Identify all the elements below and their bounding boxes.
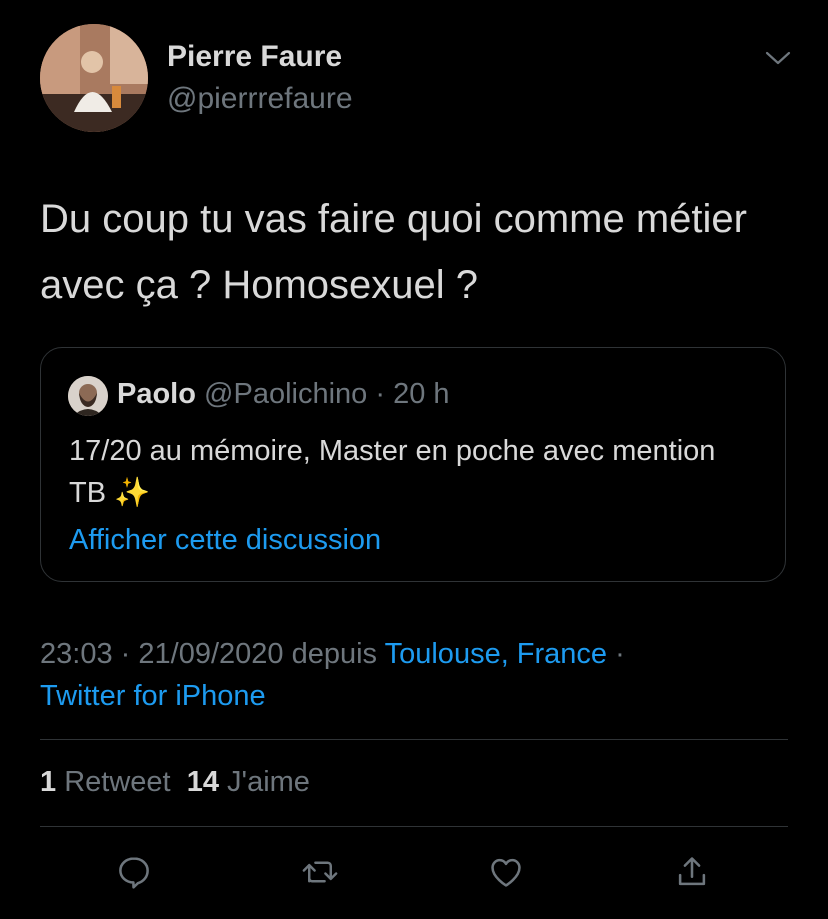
quoted-header: Paolo @Paolichino · 20 h	[117, 378, 450, 411]
quoted-separator: ·	[375, 378, 386, 410]
quoted-tweet[interactable]: Paolo @Paolichino · 20 h 17/20 au mémoir…	[40, 347, 786, 582]
tweet-meta: 23:03 · 21/09/2020 depuis Toulouse, Fran…	[40, 633, 800, 717]
likes-label: J'aime	[227, 766, 310, 798]
quoted-text-body: 17/20 au mémoire, Master en poche avec m…	[69, 435, 716, 509]
client-link[interactable]: Twitter for iPhone	[40, 680, 266, 712]
author-name[interactable]: Pierre Faure	[167, 40, 342, 74]
quoted-name: Paolo	[117, 378, 196, 410]
author-handle[interactable]: @pierrrefaure	[167, 82, 353, 116]
reply-icon[interactable]	[114, 852, 154, 892]
retweet-icon[interactable]	[300, 852, 340, 892]
location-link[interactable]: Toulouse, France	[385, 638, 607, 670]
meta-from: depuis	[291, 638, 378, 670]
quoted-handle: @Paolichino	[204, 378, 368, 410]
retweets-count: 1	[40, 766, 57, 798]
show-thread-link[interactable]: Afficher cette discussion	[69, 524, 381, 557]
quoted-avatar	[68, 376, 108, 416]
meta-separator: ·	[120, 638, 131, 670]
author-avatar[interactable]	[40, 24, 148, 132]
quoted-text: 17/20 au mémoire, Master en poche avec m…	[69, 430, 729, 514]
chevron-down-icon[interactable]	[764, 48, 792, 68]
tweet-time: 23:03	[40, 638, 113, 670]
share-icon[interactable]	[672, 852, 712, 892]
quoted-time: 20 h	[393, 378, 450, 410]
sparkles-emoji: ✨	[114, 477, 151, 509]
retweets-label: Retweet	[64, 766, 171, 798]
divider	[40, 826, 788, 827]
tweet-text: Du coup tu vas faire quoi comme métier a…	[40, 197, 747, 307]
retweets-stat[interactable]: 1 Retweet	[40, 766, 171, 798]
tweet-stats: 1 Retweet 14 J'aime	[40, 766, 310, 799]
likes-count: 14	[186, 766, 219, 798]
divider	[40, 739, 788, 740]
likes-stat[interactable]: 14 J'aime	[187, 766, 310, 798]
meta-separator-2: ·	[615, 638, 625, 670]
like-icon[interactable]	[486, 852, 526, 892]
tweet-date: 21/09/2020	[138, 638, 284, 670]
